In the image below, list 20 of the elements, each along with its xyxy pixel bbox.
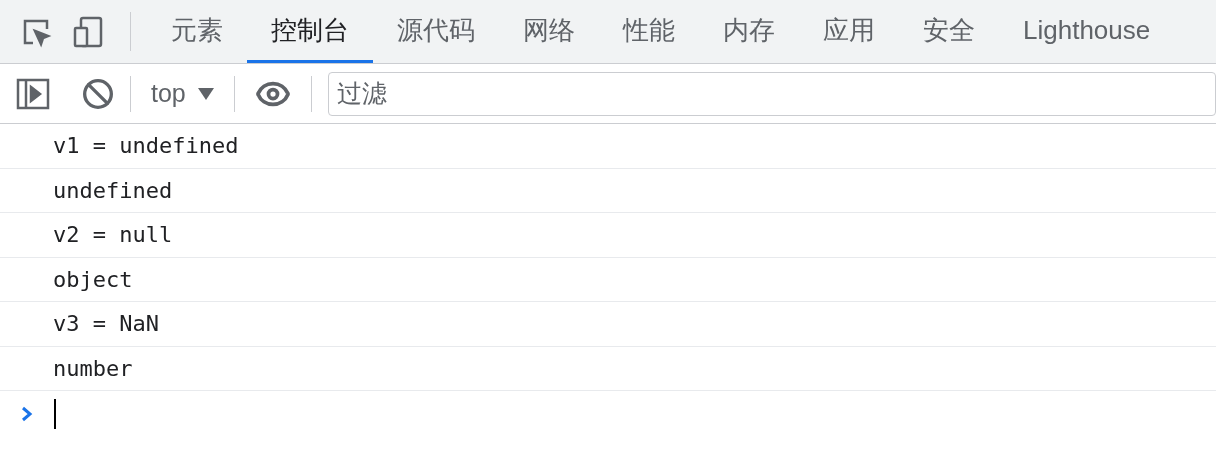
- clear-console-icon[interactable]: [82, 77, 114, 110]
- tab[interactable]: Lighthouse: [999, 0, 1175, 63]
- tab[interactable]: 安全: [899, 0, 999, 63]
- console-message: number: [53, 354, 133, 383]
- tab[interactable]: 元素: [147, 0, 247, 63]
- console-message: v1 = undefined: [53, 132, 239, 161]
- tab[interactable]: 应用: [799, 0, 899, 63]
- console-message: v3 = NaN: [53, 310, 159, 339]
- tab[interactable]: 网络: [499, 0, 599, 63]
- console-message: v2 = null: [53, 221, 173, 250]
- filter-field[interactable]: 过滤: [327, 71, 1216, 116]
- context-dropdown[interactable]: top: [131, 74, 234, 113]
- tab[interactable]: 性能: [599, 0, 699, 63]
- prompt-chevron-icon: [20, 406, 34, 422]
- tab[interactable]: 内存: [699, 0, 799, 63]
- dropdown-triangle-icon: [197, 87, 214, 100]
- sidebar-icon[interactable]: [16, 77, 50, 110]
- console-message: undefined: [53, 176, 173, 205]
- tab[interactable]: 源代码: [373, 0, 499, 63]
- console-message: object: [53, 265, 133, 294]
